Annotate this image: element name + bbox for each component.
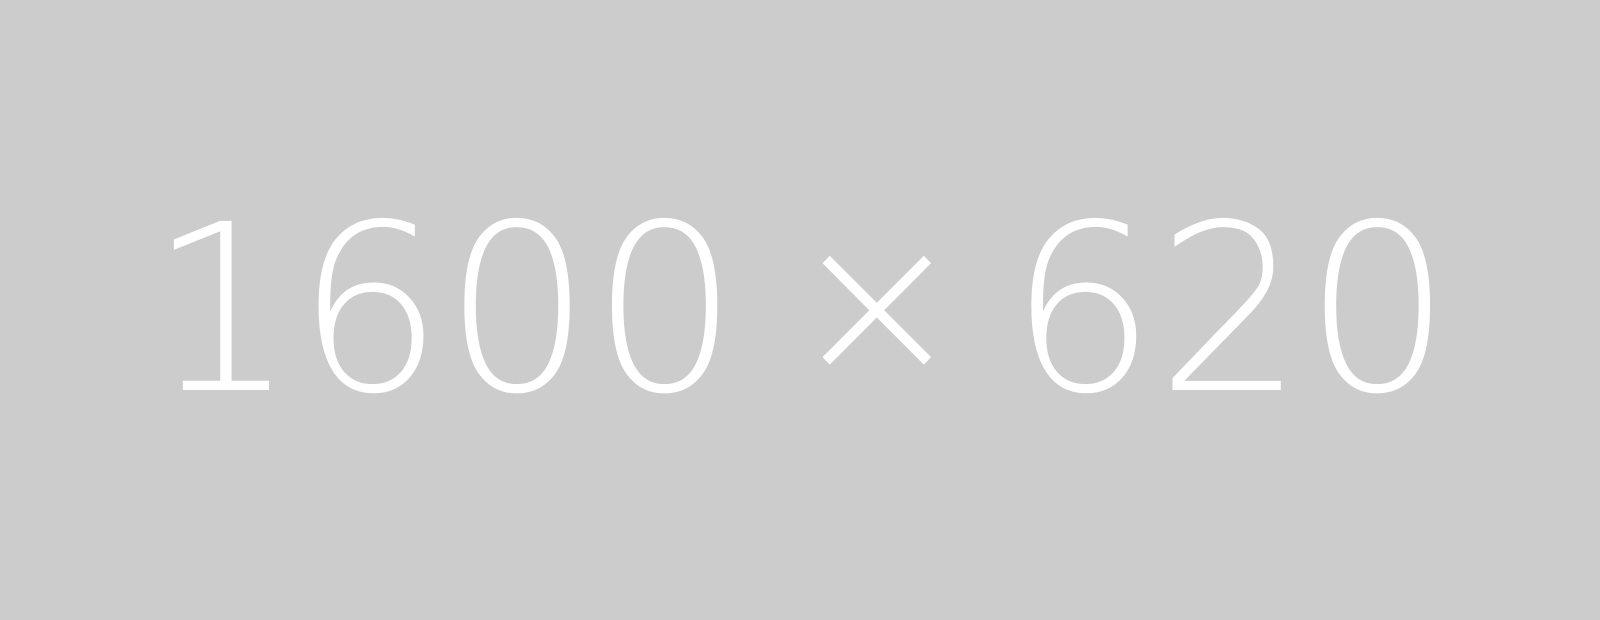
placeholder-image: 1600 × 620 [0,0,1600,620]
placeholder-width-text: 1600 [148,175,739,445]
placeholder-dimensions-label: 1600 × 620 [148,194,1451,426]
placeholder-height-text: 620 [1008,175,1452,445]
placeholder-separator: × [788,181,965,426]
